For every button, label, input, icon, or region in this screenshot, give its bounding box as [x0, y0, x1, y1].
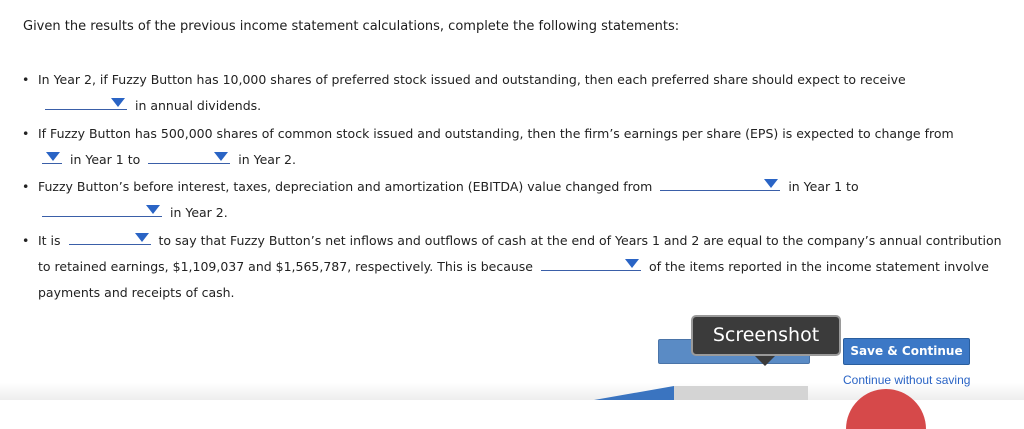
triangle-down-icon	[764, 179, 779, 188]
statement-3-text-a: Fuzzy Button’s before interest, taxes, d…	[38, 179, 653, 194]
screenshot-tooltip: Screenshot	[691, 315, 841, 366]
reason-dropdown[interactable]	[540, 255, 641, 271]
save-continue-button[interactable]: Save & Continue	[843, 338, 970, 365]
statement-1: • In Year 2, if Fuzzy Button has 10,000 …	[22, 67, 1012, 119]
statement-1-text-b: in annual dividends.	[134, 98, 262, 113]
eps-year1-dropdown[interactable]	[42, 148, 62, 164]
eps-year2-dropdown[interactable]	[148, 148, 231, 164]
statement-2-text-b: in Year 1 to	[69, 152, 141, 167]
triangle-down-icon	[111, 98, 125, 107]
triangle-down-icon	[134, 233, 149, 242]
statement-3-text-b: in Year 1 to	[788, 179, 859, 194]
decorative-shape	[674, 386, 808, 400]
bullet: •	[22, 72, 30, 87]
statement-3-text-c: in Year 2.	[169, 205, 228, 220]
statement-2: • If Fuzzy Button has 500,000 shares of …	[22, 121, 1012, 173]
dividend-dropdown[interactable]	[45, 94, 127, 110]
statement-2-text-c: in Year 2.	[238, 152, 296, 167]
bullet: •	[22, 126, 30, 141]
statement-1-text-a: In Year 2, if Fuzzy Button has 10,000 sh…	[38, 72, 906, 87]
ebitda-year1-dropdown[interactable]	[660, 175, 781, 191]
statement-3: • Fuzzy Button’s before interest, taxes,…	[22, 174, 1012, 226]
ebitda-year2-dropdown[interactable]	[42, 201, 162, 217]
tooltip-label: Screenshot	[712, 324, 820, 346]
bullet: •	[22, 179, 30, 194]
statement-2-text-a: If Fuzzy Button has 500,000 shares of co…	[38, 126, 954, 141]
tooltip-tail	[755, 356, 775, 366]
statement-4: • It is to say that Fuzzy Button’s net i…	[22, 228, 1012, 306]
triangle-down-icon	[214, 152, 229, 161]
triangle-down-icon	[624, 259, 639, 268]
statement-4-text-a: It is	[38, 233, 61, 248]
continue-without-saving-link[interactable]: Continue without saving	[843, 373, 970, 387]
triangle-down-icon	[46, 152, 60, 161]
triangle-down-icon	[146, 205, 160, 214]
bullet: •	[22, 233, 30, 248]
decorative-shape	[594, 386, 674, 400]
instructions-text: Given the results of the previous income…	[23, 19, 680, 34]
accuracy-dropdown[interactable]	[68, 229, 151, 245]
